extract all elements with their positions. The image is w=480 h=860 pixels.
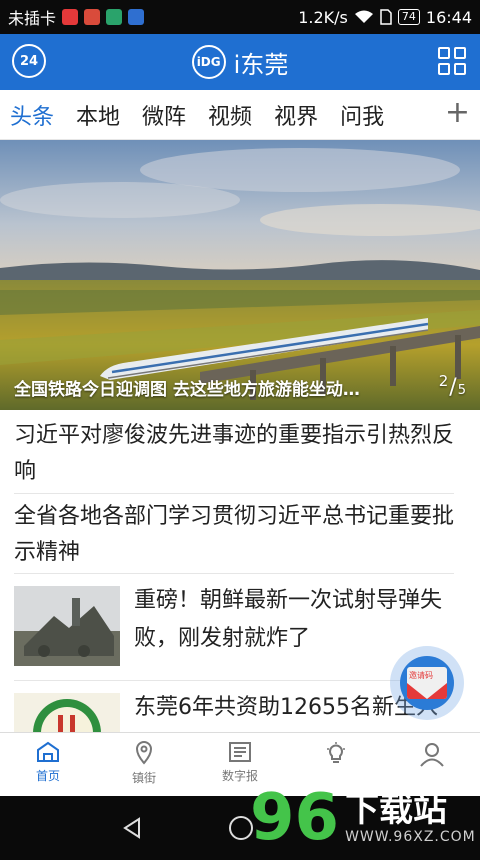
invite-label: 邀请码: [409, 671, 433, 680]
banner-image: [0, 140, 480, 410]
news-thumbnail: [14, 586, 120, 666]
banner-carousel[interactable]: 全国铁路今日迎调图 去这些地方旅游能坐动… 2/5: [0, 140, 480, 410]
watermark-url: WWW.96XZ.COM: [345, 829, 476, 845]
sim-icon: [380, 9, 392, 25]
divider: [14, 493, 454, 494]
tab-local[interactable]: 本地: [76, 99, 120, 131]
news-item[interactable]: 习近平对廖俊波先进事迹的重要指示引热烈反响: [14, 418, 454, 490]
nav-home[interactable]: 首页: [0, 733, 96, 796]
divider: [14, 680, 454, 681]
banner-page-current: 2: [438, 372, 449, 390]
invite-code-button[interactable]: 邀请码: [390, 646, 464, 720]
nav-home-label: 首页: [35, 769, 60, 783]
envelope-flap: [407, 683, 447, 699]
grid-menu-button[interactable]: [438, 47, 466, 75]
app-notification-icon: [128, 9, 145, 25]
battery-level: 74: [397, 9, 420, 25]
divider: [14, 573, 454, 574]
news-title: 重磅！朝鲜最新一次试射导弹失败，刚发射就炸了: [134, 588, 443, 651]
invite-icon-wrapper: 邀请码: [400, 656, 454, 710]
lightbulb-icon: [327, 742, 345, 763]
app-header: 24 iDG i东莞: [0, 34, 480, 90]
nav-towns[interactable]: 镇街: [96, 733, 192, 796]
banner-page-total: 5: [457, 383, 466, 398]
home-icon: [37, 741, 59, 762]
location-icon: [135, 741, 153, 765]
channel-tabs: 头条 本地 微阵 视频 视界 问我 +: [0, 90, 480, 140]
grid-icon: [438, 63, 450, 75]
app-logo: iDG i东莞: [191, 45, 289, 80]
add-channel-button[interactable]: +: [432, 98, 470, 128]
network-speed: 1.2K/s: [298, 7, 348, 27]
grid-icon: [438, 47, 450, 59]
grid-icon: [454, 47, 466, 59]
tab-vision[interactable]: 视界: [274, 99, 318, 131]
newspaper-icon: [229, 742, 251, 762]
app-title: i东莞: [233, 50, 289, 79]
tab-headlines[interactable]: 头条: [10, 99, 54, 131]
news-thumbnail: [14, 693, 120, 733]
watermark-title: 下载站: [345, 790, 448, 830]
app-notification-icon: [106, 9, 123, 25]
back-icon[interactable]: [120, 816, 144, 840]
logo-mark-icon: iDG: [191, 45, 226, 79]
tab-weizhen[interactable]: 微阵: [142, 99, 186, 131]
watermark-number: 96: [250, 781, 340, 855]
wifi-icon: [354, 10, 373, 23]
grid-icon: [454, 63, 466, 75]
tab-ask[interactable]: 问我: [340, 99, 384, 131]
nav-towns-label: 镇街: [131, 771, 156, 785]
news-item[interactable]: 全省各地各部门学习贯彻习近平总书记重要批示精神: [14, 499, 454, 571]
tab-video[interactable]: 视频: [208, 99, 252, 131]
carrier-text: 未插卡: [8, 9, 57, 28]
status-bar: 未插卡 1.2K/s 74 16:44: [0, 0, 480, 34]
watermark-text: 下载站 WWW.96XZ.COM: [345, 791, 476, 845]
app-notification-icon: [84, 9, 101, 25]
clock: 16:44: [425, 7, 472, 27]
envelope-icon: 邀请码: [407, 667, 447, 699]
24h-news-button[interactable]: 24: [12, 44, 46, 78]
user-icon: [420, 743, 444, 767]
watermark: 96 下载站 WWW.96XZ.COM: [250, 776, 480, 860]
banner-pager: 2/5: [438, 372, 466, 400]
app-notification-icon: [62, 9, 79, 25]
banner-caption: 全国铁路今日迎调图 去这些地方旅游能坐动…: [14, 380, 360, 400]
